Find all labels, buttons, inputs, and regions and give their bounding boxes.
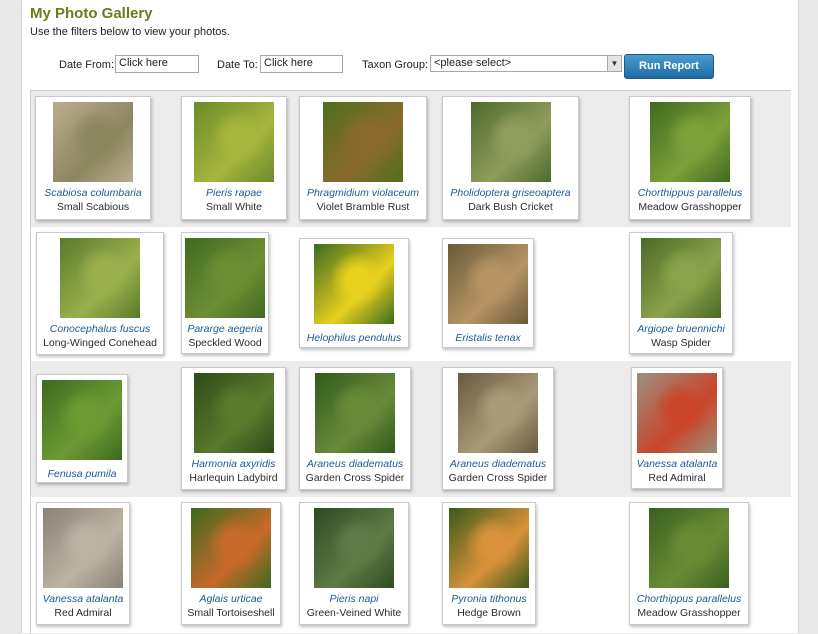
species-latin-name[interactable]: Eristalis tenax — [443, 332, 533, 344]
species-common-name: Garden Cross Spider — [305, 472, 405, 484]
gallery-row: Scabiosa columbaria Small Scabious Pieris … — [31, 91, 791, 227]
photo-thumbnail[interactable] — [315, 373, 395, 453]
species-latin-name[interactable]: Chorthippus parallelus — [630, 187, 750, 199]
photo-thumbnail[interactable] — [191, 508, 271, 588]
date-from-input[interactable]: Click here — [115, 55, 199, 73]
photo-thumbnail[interactable] — [471, 102, 551, 182]
species-latin-name[interactable]: Phragmidium violaceum — [300, 187, 426, 199]
species-common-name: Red Admiral — [54, 607, 112, 619]
species-common-name: Speckled Wood — [188, 337, 262, 349]
species-common-name: Red Admiral — [648, 472, 706, 484]
photo-thumbnail[interactable] — [458, 373, 538, 453]
species-latin-name[interactable]: Helophilus pendulus — [300, 332, 408, 344]
species-latin-name[interactable]: Vanessa atalanta — [632, 458, 722, 470]
date-to-label: Date To: — [217, 59, 258, 71]
photo-card[interactable]: Pyronia tithonus Hedge Brown — [442, 502, 536, 625]
filter-bar: Date From: Click here Date To: Click her… — [22, 54, 798, 80]
species-latin-name[interactable]: Pieris rapae — [182, 187, 286, 199]
photo-card[interactable]: Aglais urticae Small Tortoiseshell — [181, 502, 281, 625]
photo-thumbnail[interactable] — [650, 102, 730, 182]
species-latin-name[interactable]: Conocephalus fuscus — [37, 323, 163, 335]
date-to-input[interactable]: Click here — [260, 55, 343, 73]
photo-card[interactable]: Pieris napi Green-Veined White — [299, 502, 409, 625]
species-latin-name[interactable]: Chorthippus parallelus — [630, 593, 748, 605]
photo-card[interactable]: Pieris rapae Small White — [181, 96, 287, 220]
photo-gallery-grid: Scabiosa columbaria Small Scabious Pieris … — [30, 90, 791, 634]
page-container: My Photo Gallery Use the filters below t… — [21, 0, 799, 634]
species-common-name: Small Scabious — [56, 201, 130, 213]
species-latin-name[interactable]: Fenusa pumila — [37, 468, 127, 480]
photo-thumbnail[interactable] — [185, 238, 265, 318]
photo-thumbnail[interactable] — [314, 244, 394, 324]
photo-card[interactable]: Conocephalus fuscus Long-Winged Conehead — [36, 232, 164, 355]
photo-card[interactable]: Phragmidium violaceum Violet Bramble Rust — [299, 96, 427, 220]
species-latin-name[interactable]: Vanessa atalanta — [37, 593, 129, 605]
species-common-name: Meadow Grasshopper — [638, 201, 742, 213]
photo-card[interactable]: Scabiosa columbaria Small Scabious — [35, 96, 151, 220]
photo-card[interactable]: Vanessa atalanta Red Admiral — [36, 502, 130, 625]
photo-thumbnail[interactable] — [649, 508, 729, 588]
page-title: My Photo Gallery — [30, 5, 153, 22]
photo-thumbnail[interactable] — [60, 238, 140, 318]
photo-card[interactable]: Chorthippus parallelus Meadow Grasshopper — [629, 96, 751, 220]
photo-thumbnail[interactable] — [53, 102, 133, 182]
species-common-name: Dark Bush Cricket — [468, 201, 553, 213]
species-latin-name[interactable]: Argiope bruennichi — [630, 323, 732, 335]
photo-thumbnail[interactable] — [194, 102, 274, 182]
taxon-group-value: <please select> — [434, 57, 512, 69]
gallery-row: Fenusa pumila Harmonia axyridis Harlequin … — [31, 361, 791, 497]
photo-thumbnail[interactable] — [314, 508, 394, 588]
photo-card[interactable]: Fenusa pumila — [36, 374, 128, 483]
species-latin-name[interactable]: Pyronia tithonus — [443, 593, 535, 605]
chevron-down-icon[interactable]: ▼ — [607, 56, 621, 71]
photo-thumbnail[interactable] — [43, 508, 123, 588]
species-common-name: Small White — [205, 201, 262, 213]
species-latin-name[interactable]: Aglais urticae — [182, 593, 280, 605]
photo-thumbnail[interactable] — [323, 102, 403, 182]
page-subtitle: Use the filters below to view your photo… — [30, 26, 230, 38]
photo-card[interactable]: Helophilus pendulus — [299, 238, 409, 348]
species-common-name: Garden Cross Spider — [448, 472, 548, 484]
photo-thumbnail[interactable] — [448, 244, 528, 324]
species-latin-name[interactable]: Scabiosa columbaria — [36, 187, 150, 199]
species-latin-name[interactable]: Araneus diadematus — [300, 458, 410, 470]
gallery-row: Vanessa atalanta Red Admiral Aglais urtica… — [31, 497, 791, 634]
species-latin-name[interactable]: Pieris napi — [300, 593, 408, 605]
species-common-name: Green-Veined White — [306, 607, 402, 619]
photo-thumbnail[interactable] — [194, 373, 274, 453]
taxon-group-select[interactable]: <please select> ▼ — [430, 55, 622, 72]
photo-thumbnail[interactable] — [641, 238, 721, 318]
photo-card[interactable]: Harmonia axyridis Harlequin Ladybird — [181, 367, 286, 490]
species-common-name: Small Tortoiseshell — [187, 607, 275, 619]
photo-card[interactable]: Pararge aegeria Speckled Wood — [181, 232, 269, 354]
species-common-name: Wasp Spider — [651, 337, 711, 349]
species-common-name: Hedge Brown — [457, 607, 521, 619]
species-latin-name[interactable]: Pararge aegeria — [182, 323, 268, 335]
photo-card[interactable]: Araneus diadematus Garden Cross Spider — [442, 367, 554, 490]
gallery-row: Conocephalus fuscus Long-Winged Conehead P… — [31, 227, 791, 361]
species-common-name: Long-Winged Conehead — [43, 337, 157, 349]
photo-card[interactable]: Vanessa atalanta Red Admiral — [631, 367, 723, 489]
photo-card[interactable]: Argiope bruennichi Wasp Spider — [629, 232, 733, 354]
photo-thumbnail[interactable] — [449, 508, 529, 588]
species-latin-name[interactable]: Pholidoptera griseoaptera — [443, 187, 578, 199]
photo-card[interactable]: Eristalis tenax — [442, 238, 534, 348]
species-latin-name[interactable]: Araneus diadematus — [443, 458, 553, 470]
species-common-name: Meadow Grasshopper — [637, 607, 741, 619]
species-common-name: Harlequin Ladybird — [189, 472, 278, 484]
photo-thumbnail[interactable] — [637, 373, 717, 453]
photo-thumbnail[interactable] — [42, 380, 122, 460]
species-common-name: Violet Bramble Rust — [316, 201, 410, 213]
date-from-label: Date From: — [59, 59, 115, 71]
photo-card[interactable]: Araneus diadematus Garden Cross Spider — [299, 367, 411, 490]
taxon-group-label: Taxon Group: — [362, 59, 429, 71]
photo-card[interactable]: Pholidoptera griseoaptera Dark Bush Crick… — [442, 96, 579, 220]
photo-card[interactable]: Chorthippus parallelus Meadow Grasshopper — [629, 502, 749, 625]
species-latin-name[interactable]: Harmonia axyridis — [182, 458, 285, 470]
run-report-button[interactable]: Run Report — [624, 54, 714, 79]
